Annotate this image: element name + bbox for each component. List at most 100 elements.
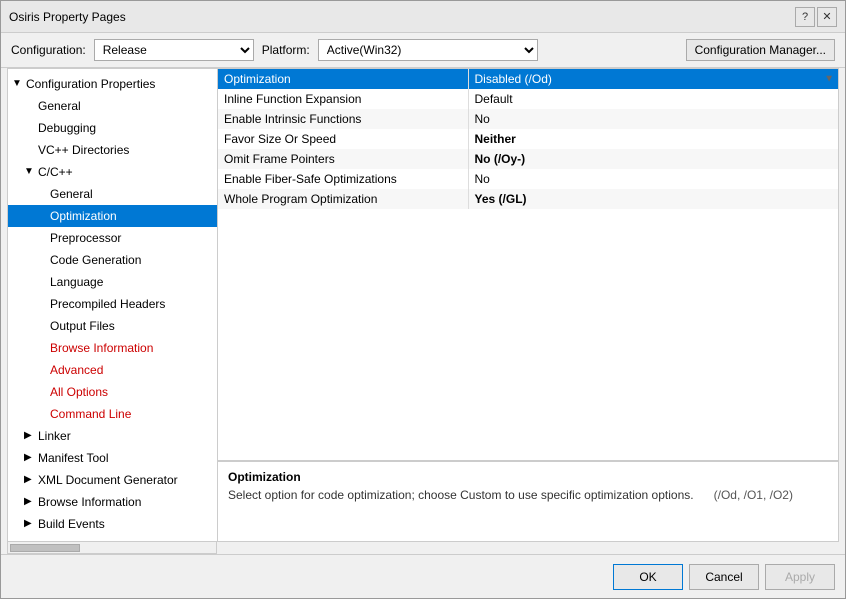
description-title: Optimization [228,470,828,484]
prop-name: Whole Program Optimization [218,189,468,209]
tree-item-label: Command Line [50,405,131,423]
prop-name: Favor Size Or Speed [218,129,468,149]
tree-item-label: Linker [38,427,71,445]
tree-item-cpp-browse[interactable]: Browse Information [8,337,217,359]
tree-item-label: Code Generation [50,251,141,269]
tree-item-cpp[interactable]: ▼ C/C++ [8,161,217,183]
table-row[interactable]: Optimization Disabled (/Od) ▼ [218,69,838,89]
tree-item-cpp-advanced[interactable]: Advanced [8,359,217,381]
config-label: Configuration: [11,43,86,57]
tree-item-cpp-preprocessor[interactable]: Preprocessor [8,227,217,249]
tree-item-vc-dirs[interactable]: VC++ Directories [8,139,217,161]
tree-item-label: Optimization [50,207,117,225]
tree-item-cpp-cmdline[interactable]: Command Line [8,403,217,425]
arrow-icon: ▶ [24,537,36,541]
tree-item-label: Browse Information [38,493,141,511]
ok-button[interactable]: OK [613,564,683,590]
table-row[interactable]: Enable Intrinsic Functions No [218,109,838,129]
tree-item-manifest-tool[interactable]: ▶ Manifest Tool [8,447,217,469]
arrow-icon: ▶ [24,449,36,467]
tree-item-cpp-precomp[interactable]: Precompiled Headers [8,293,217,315]
arrow-icon: ▶ [24,471,36,489]
title-controls: ? ✕ [795,7,837,27]
arrow-icon: ▶ [24,515,36,533]
tree-item-cpp-language[interactable]: Language [8,271,217,293]
tree-item-label: General [38,97,81,115]
tree-item-linker[interactable]: ▶ Linker [8,425,217,447]
tree-item-cpp-general[interactable]: General [8,183,217,205]
tree-item-label: Preprocessor [50,229,121,247]
tree-item-label: Custom Build Step [38,537,137,541]
tree-item-cpp-output[interactable]: Output Files [8,315,217,337]
tree-item-cpp-optimization[interactable]: Optimization [8,205,217,227]
tree-item-browse-info[interactable]: ▶ Browse Information [8,491,217,513]
tree-scrollbar[interactable] [7,542,217,554]
description-panel: Optimization Select option for code opti… [218,461,838,541]
prop-value[interactable]: Disabled (/Od) ▼ [468,69,838,89]
tree-item-label: General [50,185,93,203]
description-code: (/Od, /O1, /O2) [714,488,793,502]
tree-item-cpp-allopts[interactable]: All Options [8,381,217,403]
scroll-thumb[interactable] [10,544,80,552]
prop-value-text: Disabled (/Od) [475,72,552,86]
prop-value: Neither [468,129,838,149]
platform-select[interactable]: Active(Win32) [318,39,538,61]
bottom-bar: OK Cancel Apply [1,554,845,598]
prop-name: Omit Frame Pointers [218,149,468,169]
tree-item-custom-build[interactable]: ▶ Custom Build Step [8,535,217,541]
config-select[interactable]: Release [94,39,254,61]
tree-item-label: C/C++ [38,163,73,181]
tree-item-label: All Options [50,383,108,401]
prop-name: Enable Fiber-Safe Optimizations [218,169,468,189]
config-manager-button[interactable]: Configuration Manager... [686,39,835,61]
tree-item-cpp-codegen[interactable]: Code Generation [8,249,217,271]
table-row[interactable]: Favor Size Or Speed Neither [218,129,838,149]
prop-value: No [468,109,838,129]
tree-item-label: Advanced [50,361,103,379]
prop-name: Optimization [218,69,468,89]
tree-item-label: Language [50,273,103,291]
table-row[interactable]: Omit Frame Pointers No (/Oy-) [218,149,838,169]
props-table-element: Optimization Disabled (/Od) ▼ Inline Fun… [218,69,838,209]
prop-value: No (/Oy-) [468,149,838,169]
main-content: ▼ Configuration Properties General Debug… [7,68,839,542]
prop-value: No [468,169,838,189]
toolbar: Configuration: Release Platform: Active(… [1,33,845,68]
tree-panel: ▼ Configuration Properties General Debug… [8,69,218,541]
tree-item-label: Output Files [50,317,115,335]
tree-item-label: XML Document Generator [38,471,178,489]
tree-item-xml-docgen[interactable]: ▶ XML Document Generator [8,469,217,491]
platform-label: Platform: [262,43,310,57]
tree-item-label: Browse Information [50,339,153,357]
prop-value: Yes (/GL) [468,189,838,209]
tree-item-debugging[interactable]: Debugging [8,117,217,139]
tree-item-label: Manifest Tool [38,449,108,467]
table-row[interactable]: Whole Program Optimization Yes (/GL) [218,189,838,209]
tree-item-label: VC++ Directories [38,141,129,159]
tree-item-label: Precompiled Headers [50,295,165,313]
arrow-icon: ▶ [24,493,36,511]
dialog: Osiris Property Pages ? ✕ Configuration:… [0,0,846,599]
table-row[interactable]: Inline Function Expansion Default [218,89,838,109]
close-button[interactable]: ✕ [817,7,837,27]
tree-item-label: Build Events [38,515,105,533]
window-title: Osiris Property Pages [9,10,126,24]
title-bar: Osiris Property Pages ? ✕ [1,1,845,33]
dropdown-arrow-icon: ▼ [824,74,834,85]
tree-item-label: Debugging [38,119,96,137]
tree-item-build-events[interactable]: ▶ Build Events [8,513,217,535]
prop-value: Default [468,89,838,109]
arrow-icon: ▶ [24,427,36,445]
tree-item-general[interactable]: General [8,95,217,117]
tree-item-config-props[interactable]: ▼ Configuration Properties [8,73,217,95]
prop-name: Inline Function Expansion [218,89,468,109]
right-panel: Optimization Disabled (/Od) ▼ Inline Fun… [218,69,838,541]
apply-button[interactable]: Apply [765,564,835,590]
description-text-main: Select option for code optimization; cho… [228,488,694,502]
help-button[interactable]: ? [795,7,815,27]
prop-name: Enable Intrinsic Functions [218,109,468,129]
arrow-icon: ▼ [24,163,36,181]
cancel-button[interactable]: Cancel [689,564,759,590]
table-row[interactable]: Enable Fiber-Safe Optimizations No [218,169,838,189]
properties-table: Optimization Disabled (/Od) ▼ Inline Fun… [218,69,838,461]
